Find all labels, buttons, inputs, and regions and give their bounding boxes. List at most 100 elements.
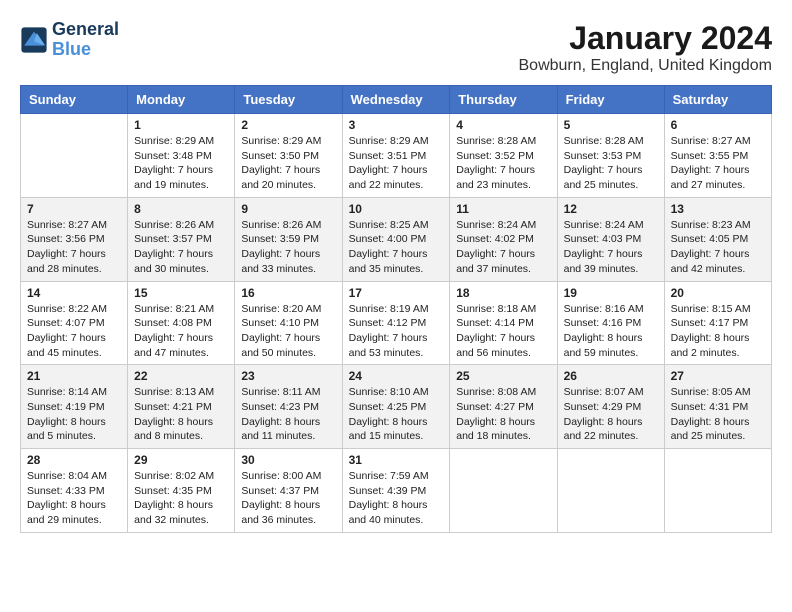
- day-number: 26: [564, 369, 658, 383]
- day-number: 23: [241, 369, 335, 383]
- day-info: Sunrise: 8:13 AM Sunset: 4:21 PM Dayligh…: [134, 385, 228, 444]
- logo: General Blue: [20, 20, 119, 60]
- calendar-cell: 16 Sunrise: 8:20 AM Sunset: 4:10 PM Dayli…: [235, 281, 342, 365]
- day-info: Sunrise: 8:23 AM Sunset: 4:05 PM Dayligh…: [671, 218, 765, 277]
- calendar-cell: 13 Sunrise: 8:23 AM Sunset: 4:05 PM Dayli…: [664, 197, 771, 281]
- day-number: 22: [134, 369, 228, 383]
- day-number: 9: [241, 202, 335, 216]
- day-info: Sunrise: 8:20 AM Sunset: 4:10 PM Dayligh…: [241, 302, 335, 361]
- calendar-cell: [21, 114, 128, 198]
- day-info: Sunrise: 8:24 AM Sunset: 4:03 PM Dayligh…: [564, 218, 658, 277]
- calendar-title: January 2024: [519, 20, 773, 57]
- calendar-cell: 7Sunrise: 8:27 AM Sunset: 3:56 PM Daylig…: [21, 197, 128, 281]
- day-number: 4: [456, 118, 550, 132]
- calendar-cell: 2 Sunrise: 8:29 AM Sunset: 3:50 PM Daylig…: [235, 114, 342, 198]
- header-cell-saturday: Saturday: [664, 86, 771, 114]
- day-number: 20: [671, 286, 765, 300]
- header-cell-thursday: Thursday: [450, 86, 557, 114]
- header-cell-monday: Monday: [128, 86, 235, 114]
- day-number: 17: [349, 286, 444, 300]
- header-cell-sunday: Sunday: [21, 86, 128, 114]
- calendar-cell: 6 Sunrise: 8:27 AM Sunset: 3:55 PM Daylig…: [664, 114, 771, 198]
- day-info: Sunrise: 8:29 AM Sunset: 3:51 PM Dayligh…: [349, 134, 444, 193]
- day-info: Sunrise: 8:27 AM Sunset: 3:55 PM Dayligh…: [671, 134, 765, 193]
- day-number: 19: [564, 286, 658, 300]
- day-number: 3: [349, 118, 444, 132]
- day-info: Sunrise: 8:10 AM Sunset: 4:25 PM Dayligh…: [349, 385, 444, 444]
- day-number: 21: [27, 369, 121, 383]
- calendar-cell: [664, 449, 771, 533]
- day-info: Sunrise: 8:05 AM Sunset: 4:31 PM Dayligh…: [671, 385, 765, 444]
- day-info: Sunrise: 8:24 AM Sunset: 4:02 PM Dayligh…: [456, 218, 550, 277]
- logo-line1: General: [52, 20, 119, 40]
- logo-text: General Blue: [52, 20, 119, 60]
- calendar-cell: 29Sunrise: 8:02 AM Sunset: 4:35 PM Dayli…: [128, 449, 235, 533]
- header-cell-friday: Friday: [557, 86, 664, 114]
- calendar-cell: 15Sunrise: 8:21 AM Sunset: 4:08 PM Dayli…: [128, 281, 235, 365]
- calendar-cell: 22 Sunrise: 8:13 AM Sunset: 4:21 PM Dayli…: [128, 365, 235, 449]
- day-info: Sunrise: 8:26 AM Sunset: 3:59 PM Dayligh…: [241, 218, 335, 277]
- calendar-cell: 18Sunrise: 8:18 AM Sunset: 4:14 PM Dayli…: [450, 281, 557, 365]
- day-info: Sunrise: 8:08 AM Sunset: 4:27 PM Dayligh…: [456, 385, 550, 444]
- day-info: Sunrise: 8:28 AM Sunset: 3:53 PM Dayligh…: [564, 134, 658, 193]
- day-info: Sunrise: 8:22 AM Sunset: 4:07 PM Dayligh…: [27, 302, 121, 361]
- day-info: Sunrise: 8:00 AM Sunset: 4:37 PM Dayligh…: [241, 469, 335, 528]
- day-info: Sunrise: 8:19 AM Sunset: 4:12 PM Dayligh…: [349, 302, 444, 361]
- day-info: Sunrise: 8:29 AM Sunset: 3:50 PM Dayligh…: [241, 134, 335, 193]
- day-number: 13: [671, 202, 765, 216]
- day-number: 18: [456, 286, 550, 300]
- day-number: 16: [241, 286, 335, 300]
- calendar-cell: 5Sunrise: 8:28 AM Sunset: 3:53 PM Daylig…: [557, 114, 664, 198]
- day-info: Sunrise: 8:16 AM Sunset: 4:16 PM Dayligh…: [564, 302, 658, 361]
- calendar-cell: 31 Sunrise: 7:59 AM Sunset: 4:39 PM Dayli…: [342, 449, 450, 533]
- day-info: Sunrise: 8:28 AM Sunset: 3:52 PM Dayligh…: [456, 134, 550, 193]
- calendar-cell: 28Sunrise: 8:04 AM Sunset: 4:33 PM Dayli…: [21, 449, 128, 533]
- day-number: 15: [134, 286, 228, 300]
- day-info: Sunrise: 8:14 AM Sunset: 4:19 PM Dayligh…: [27, 385, 121, 444]
- day-number: 2: [241, 118, 335, 132]
- page-header: General Blue January 2024 Bowburn, Engla…: [20, 20, 772, 75]
- day-number: 25: [456, 369, 550, 383]
- header-cell-wednesday: Wednesday: [342, 86, 450, 114]
- day-number: 8: [134, 202, 228, 216]
- day-number: 27: [671, 369, 765, 383]
- calendar-cell: 19 Sunrise: 8:16 AM Sunset: 4:16 PM Dayli…: [557, 281, 664, 365]
- calendar-cell: 11 Sunrise: 8:24 AM Sunset: 4:02 PM Dayli…: [450, 197, 557, 281]
- calendar-cell: 10 Sunrise: 8:25 AM Sunset: 4:00 PM Dayli…: [342, 197, 450, 281]
- day-info: Sunrise: 8:29 AM Sunset: 3:48 PM Dayligh…: [134, 134, 228, 193]
- week-row-2: 7Sunrise: 8:27 AM Sunset: 3:56 PM Daylig…: [21, 197, 772, 281]
- calendar-cell: [450, 449, 557, 533]
- calendar-cell: 14Sunrise: 8:22 AM Sunset: 4:07 PM Dayli…: [21, 281, 128, 365]
- day-info: Sunrise: 7:59 AM Sunset: 4:39 PM Dayligh…: [349, 469, 444, 528]
- day-info: Sunrise: 8:11 AM Sunset: 4:23 PM Dayligh…: [241, 385, 335, 444]
- day-number: 28: [27, 453, 121, 467]
- week-row-5: 28Sunrise: 8:04 AM Sunset: 4:33 PM Dayli…: [21, 449, 772, 533]
- week-row-1: 1 Sunrise: 8:29 AM Sunset: 3:48 PM Daylig…: [21, 114, 772, 198]
- calendar-cell: 26 Sunrise: 8:07 AM Sunset: 4:29 PM Dayli…: [557, 365, 664, 449]
- day-info: Sunrise: 8:25 AM Sunset: 4:00 PM Dayligh…: [349, 218, 444, 277]
- calendar-cell: 8Sunrise: 8:26 AM Sunset: 3:57 PM Daylig…: [128, 197, 235, 281]
- calendar-cell: 3 Sunrise: 8:29 AM Sunset: 3:51 PM Daylig…: [342, 114, 450, 198]
- calendar-cell: [557, 449, 664, 533]
- calendar-cell: 1 Sunrise: 8:29 AM Sunset: 3:48 PM Daylig…: [128, 114, 235, 198]
- calendar-cell: 17 Sunrise: 8:19 AM Sunset: 4:12 PM Dayli…: [342, 281, 450, 365]
- calendar-cell: 12Sunrise: 8:24 AM Sunset: 4:03 PM Dayli…: [557, 197, 664, 281]
- day-number: 11: [456, 202, 550, 216]
- day-number: 24: [349, 369, 444, 383]
- day-number: 30: [241, 453, 335, 467]
- week-row-4: 21 Sunrise: 8:14 AM Sunset: 4:19 PM Dayli…: [21, 365, 772, 449]
- calendar-cell: 25 Sunrise: 8:08 AM Sunset: 4:27 PM Dayli…: [450, 365, 557, 449]
- calendar-table: SundayMondayTuesdayWednesdayThursdayFrid…: [20, 85, 772, 533]
- day-info: Sunrise: 8:15 AM Sunset: 4:17 PM Dayligh…: [671, 302, 765, 361]
- day-number: 1: [134, 118, 228, 132]
- day-number: 6: [671, 118, 765, 132]
- day-number: 31: [349, 453, 444, 467]
- week-row-3: 14Sunrise: 8:22 AM Sunset: 4:07 PM Dayli…: [21, 281, 772, 365]
- header-cell-tuesday: Tuesday: [235, 86, 342, 114]
- day-number: 7: [27, 202, 121, 216]
- calendar-cell: 21 Sunrise: 8:14 AM Sunset: 4:19 PM Dayli…: [21, 365, 128, 449]
- calendar-cell: 9 Sunrise: 8:26 AM Sunset: 3:59 PM Daylig…: [235, 197, 342, 281]
- day-info: Sunrise: 8:07 AM Sunset: 4:29 PM Dayligh…: [564, 385, 658, 444]
- logo-icon: [20, 26, 48, 54]
- day-number: 10: [349, 202, 444, 216]
